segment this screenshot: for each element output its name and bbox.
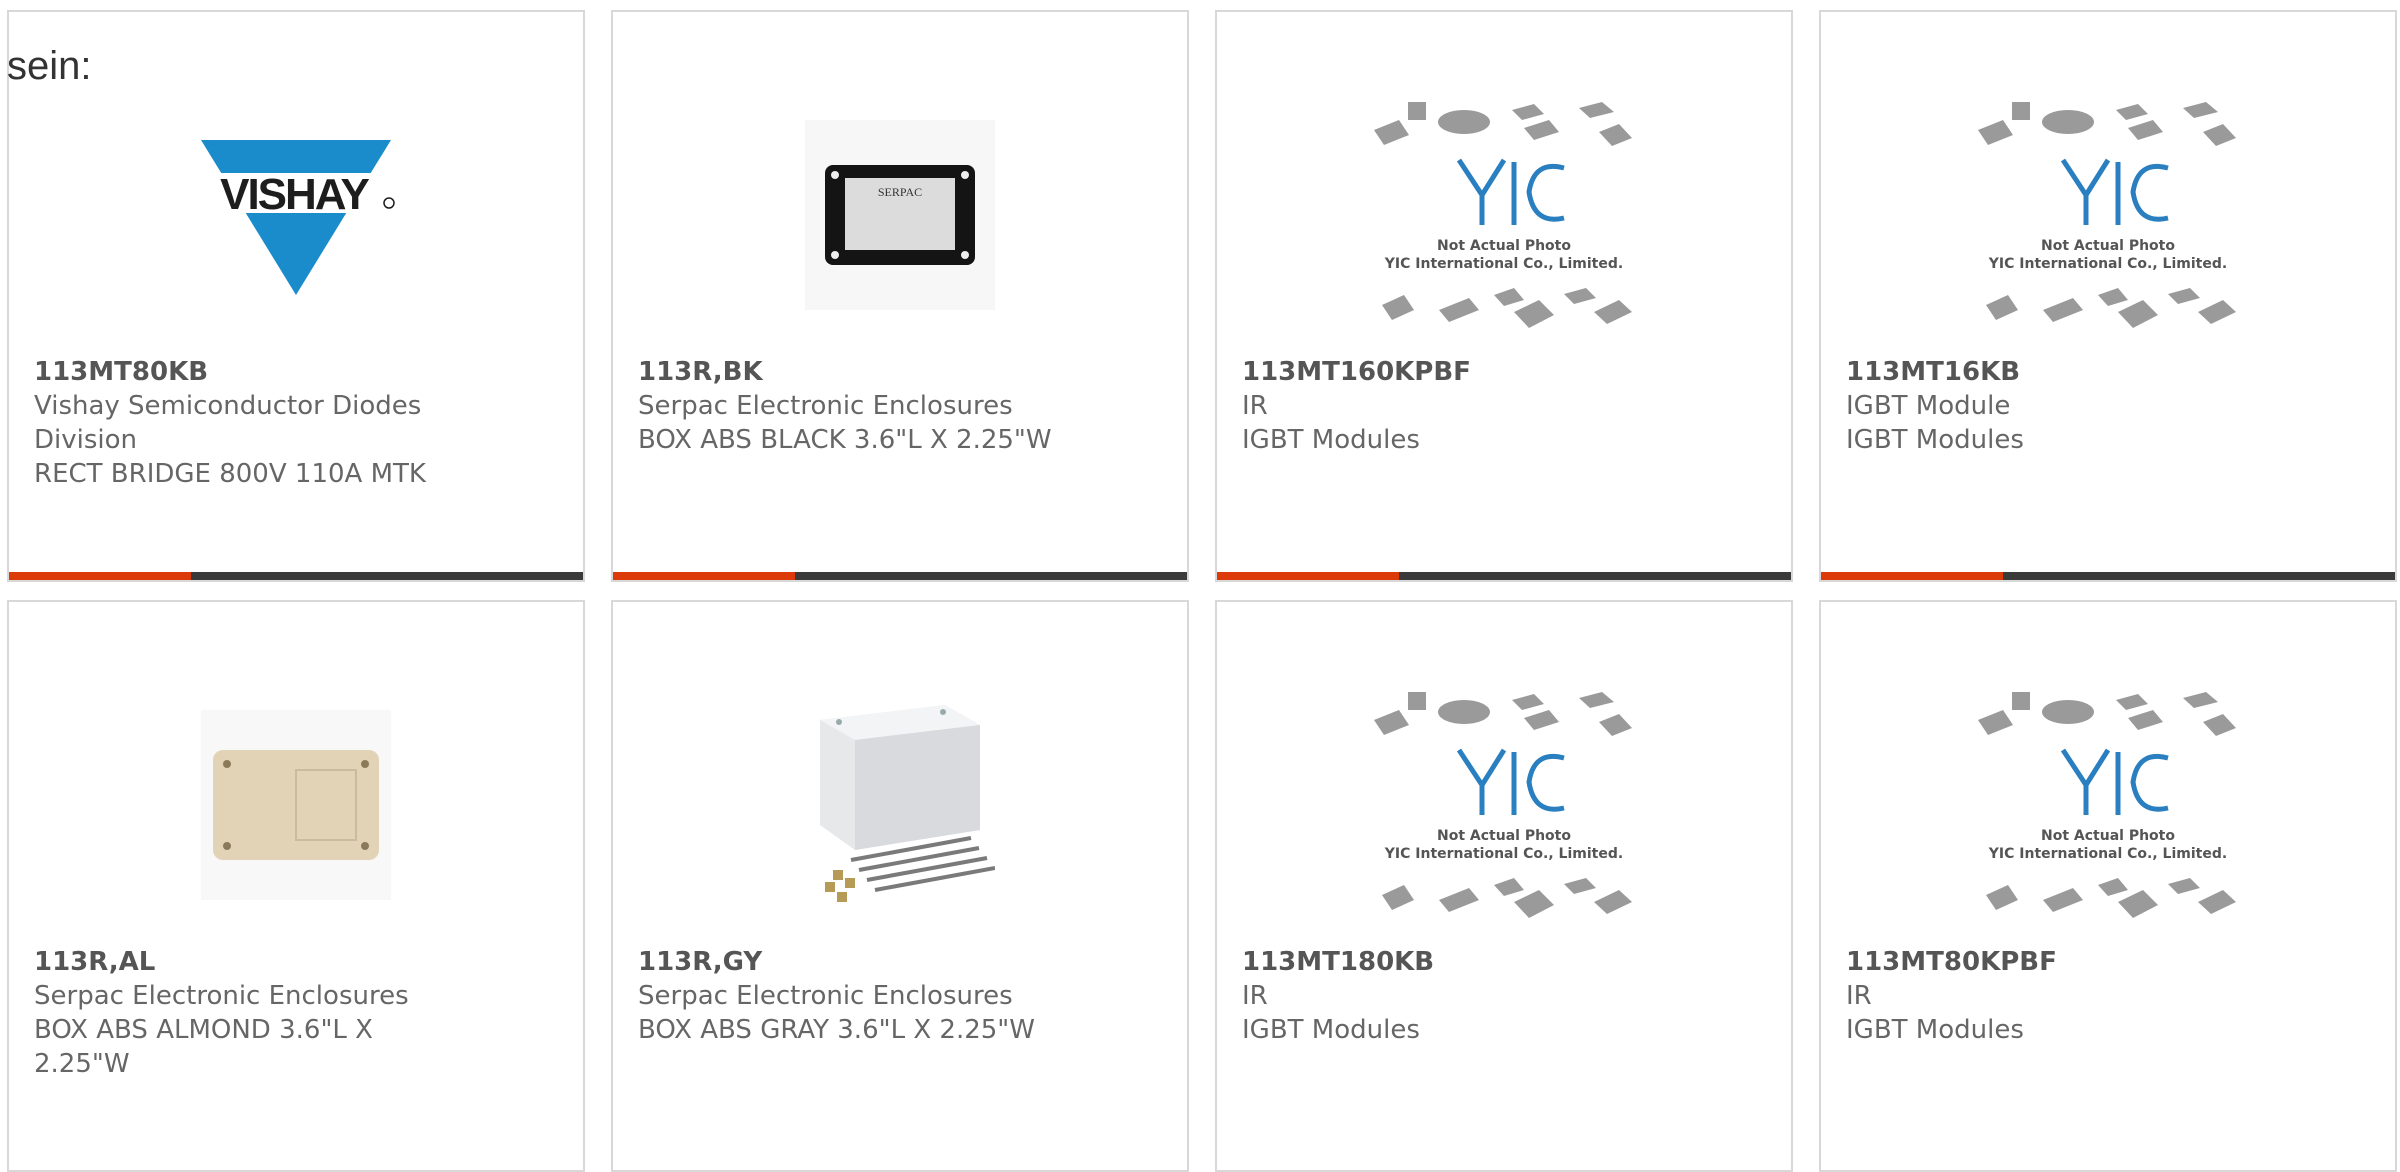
card-footer-bar (1821, 572, 2395, 580)
description: IGBT Modules (1242, 425, 1420, 455)
description: IGBT Modules (1846, 425, 2024, 455)
lead-text: sein: (7, 44, 92, 88)
part-number[interactable]: 113R,BK (638, 355, 1068, 389)
svg-text:VISHAY: VISHAY (220, 170, 369, 219)
product-card[interactable]: Not Actual Photo YIC International Co., … (1819, 600, 2397, 1172)
description: IGBT Modules (1846, 1015, 2024, 1045)
product-card[interactable]: SERPAC 113R,BK Serpac Electronic Enclosu… (611, 10, 1189, 582)
manufacturer: IR (1242, 981, 1268, 1011)
part-number[interactable]: 113MT160KPBF (1242, 355, 1672, 389)
gray-enclosure-icon (820, 705, 995, 902)
product-image: Not Actual Photo YIC International Co., … (1217, 70, 1791, 360)
placeholder-caption-1: Not Actual Photo (2041, 828, 2175, 844)
description: BOX ABS ALMOND 3.6"L X (34, 1015, 373, 1045)
part-number[interactable]: 113R,AL (34, 945, 464, 979)
product-card[interactable]: Not Actual Photo YIC International Co., … (1215, 10, 1793, 582)
svg-text:SERPAC: SERPAC (878, 185, 922, 199)
description-cont: 2.25"W (34, 1049, 130, 1079)
card-footer-bar (613, 572, 1187, 580)
product-image (613, 660, 1187, 950)
placeholder-caption-1: Not Actual Photo (2041, 238, 2175, 254)
almond-enclosure-icon (201, 710, 391, 900)
manufacturer: Serpac Electronic Enclosures (638, 981, 1013, 1011)
description: BOX ABS BLACK 3.6"L X 2.25"W (638, 425, 1052, 455)
placeholder-caption-2: YIC International Co., Limited. (1988, 846, 2227, 862)
manufacturer-cont: Division (34, 425, 138, 455)
placeholder-caption-2: YIC International Co., Limited. (1988, 256, 2227, 272)
product-image (9, 660, 583, 950)
product-card[interactable]: 113R,AL Serpac Electronic Enclosures BOX… (7, 600, 585, 1172)
product-image: Not Actual Photo YIC International Co., … (1821, 660, 2395, 950)
product-image: VISHAY (9, 70, 583, 360)
placeholder-caption-1: Not Actual Photo (1437, 828, 1571, 844)
product-card[interactable]: Not Actual Photo YIC International Co., … (1819, 10, 2397, 582)
placeholder-caption-2: YIC International Co., Limited. (1384, 256, 1623, 272)
product-card[interactable]: 113R,GY Serpac Electronic Enclosures BOX… (611, 600, 1189, 1172)
product-image: SERPAC (613, 70, 1187, 360)
placeholder-caption-2: YIC International Co., Limited. (1384, 846, 1623, 862)
manufacturer: Serpac Electronic Enclosures (34, 981, 409, 1011)
description: IGBT Modules (1242, 1015, 1420, 1045)
part-number[interactable]: 113MT180KB (1242, 945, 1672, 979)
manufacturer: IR (1242, 391, 1268, 421)
card-footer-bar (9, 572, 583, 580)
manufacturer: Vishay Semiconductor Diodes (34, 391, 422, 421)
part-number[interactable]: 113MT16KB (1846, 355, 2276, 389)
black-enclosure-icon: SERPAC (805, 120, 995, 310)
description: BOX ABS GRAY 3.6"L X 2.25"W (638, 1015, 1035, 1045)
description: RECT BRIDGE 800V 110A MTK (34, 459, 426, 489)
not-actual-photo-icon: Not Actual Photo YIC International Co., … (1374, 692, 1632, 918)
part-number[interactable]: 113MT80KB (34, 355, 464, 389)
placeholder-caption-1: Not Actual Photo (1437, 238, 1571, 254)
not-actual-photo-icon: Not Actual Photo YIC International Co., … (1374, 102, 1632, 328)
part-number[interactable]: 113MT80KPBF (1846, 945, 2276, 979)
product-image: Not Actual Photo YIC International Co., … (1821, 70, 2395, 360)
product-card[interactable]: Not Actual Photo YIC International Co., … (1215, 600, 1793, 1172)
product-card[interactable]: VISHAY 113MT80KB Vishay Semiconductor Di… (7, 10, 585, 582)
product-image: Not Actual Photo YIC International Co., … (1217, 660, 1791, 950)
manufacturer: IR (1846, 981, 1872, 1011)
part-number[interactable]: 113R,GY (638, 945, 1068, 979)
vishay-logo-icon: VISHAY (191, 140, 401, 295)
not-actual-photo-icon: Not Actual Photo YIC International Co., … (1978, 102, 2236, 328)
not-actual-photo-icon: Not Actual Photo YIC International Co., … (1978, 692, 2236, 918)
card-footer-bar (1217, 572, 1791, 580)
manufacturer: IGBT Module (1846, 391, 2011, 421)
manufacturer: Serpac Electronic Enclosures (638, 391, 1013, 421)
product-grid: VISHAY 113MT80KB Vishay Semiconductor Di… (0, 0, 2400, 1172)
